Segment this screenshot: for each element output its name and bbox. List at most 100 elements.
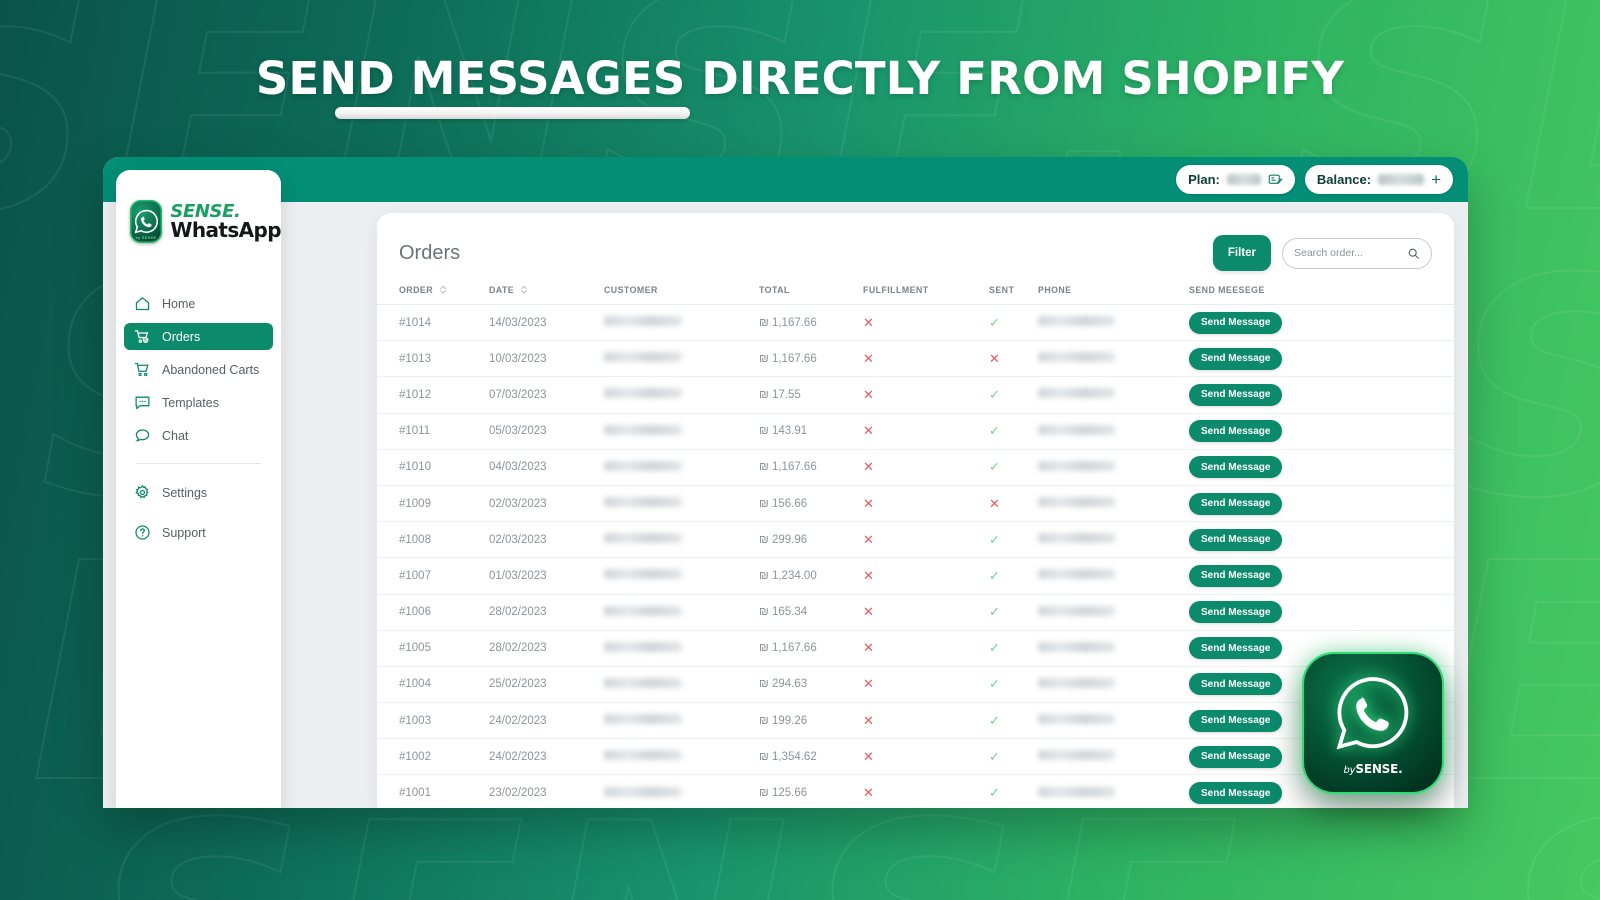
cell-phone bbox=[1038, 738, 1189, 776]
page-title: Orders bbox=[399, 241, 461, 264]
cell-date: 01/03/2023 bbox=[489, 557, 604, 595]
phone-number-redacted bbox=[1038, 533, 1115, 544]
search-box[interactable] bbox=[1282, 237, 1432, 269]
column-header-send-message: SEND MEESEGE bbox=[1189, 275, 1454, 305]
send-message-button[interactable]: Send Message bbox=[1189, 601, 1283, 624]
send-message-button[interactable]: Send Message bbox=[1189, 782, 1283, 805]
table-row: #1001 23/02/2023 ₪ 125.66 ✕ ✓ Send Message bbox=[377, 774, 1454, 808]
table-row: #1010 04/03/2023 ₪ 1,167.66 ✕ ✓ Send Message bbox=[377, 449, 1454, 486]
send-message-button[interactable]: Send Message bbox=[1189, 745, 1283, 768]
column-header-sent: SENT bbox=[989, 275, 1038, 305]
cell-order: #1014 bbox=[377, 304, 489, 342]
table-row: #1003 24/02/2023 ₪ 199.26 ✕ ✓ Send Message bbox=[377, 702, 1454, 740]
cell-customer bbox=[604, 738, 759, 776]
table-row: #1011 05/03/2023 ₪ 143.91 ✕ ✓ Send Message bbox=[377, 413, 1454, 450]
floating-whatsapp-badge[interactable]: bySENSE. bbox=[1304, 654, 1442, 792]
send-message-button[interactable]: Send Message bbox=[1189, 492, 1283, 515]
sidebar-item-orders[interactable]: Orders bbox=[124, 323, 273, 350]
balance-pill[interactable]: Balance: + bbox=[1304, 165, 1453, 194]
cell-fulfillment: ✕ bbox=[863, 557, 989, 595]
cell-sent: ✓ bbox=[989, 594, 1038, 631]
sidebar-item-templates[interactable]: Templates bbox=[124, 389, 273, 416]
send-message-button[interactable]: Send Message bbox=[1189, 637, 1283, 660]
cell-customer bbox=[604, 449, 759, 486]
sort-arrows-icon[interactable] bbox=[520, 284, 528, 295]
check-icon: ✓ bbox=[989, 314, 1000, 330]
phone-number-redacted bbox=[1038, 388, 1115, 399]
cell-total: ₪ 17.55 bbox=[759, 376, 863, 414]
sort-arrows-icon[interactable] bbox=[439, 284, 447, 295]
search-icon[interactable] bbox=[1407, 247, 1420, 260]
cell-sent: ✓ bbox=[989, 738, 1038, 776]
sidebar-item-abandoned-carts[interactable]: Abandoned Carts bbox=[124, 356, 273, 383]
check-icon: ✓ bbox=[989, 640, 1000, 656]
customer-name-redacted bbox=[604, 677, 682, 688]
cell-fulfillment: ✕ bbox=[863, 630, 989, 667]
cell-phone bbox=[1038, 630, 1189, 667]
column-header-order[interactable]: ORDER bbox=[377, 275, 489, 305]
cell-order: #1001 bbox=[377, 774, 489, 808]
cell-phone bbox=[1038, 340, 1189, 378]
table-row: #1008 02/03/2023 ₪ 299.96 ✕ ✓ Send Message bbox=[377, 521, 1454, 559]
cross-icon: ✕ bbox=[863, 531, 874, 547]
cell-total: ₪ 143.91 bbox=[759, 413, 863, 450]
cell-phone bbox=[1038, 304, 1189, 342]
cell-order: #1004 bbox=[377, 666, 489, 704]
send-message-button[interactable]: Send Message bbox=[1189, 383, 1283, 406]
sidebar-item-label: Abandoned Carts bbox=[162, 362, 260, 377]
send-message-button[interactable]: Send Message bbox=[1189, 528, 1283, 551]
cell-send-message: Send Message bbox=[1189, 413, 1454, 450]
sidebar-item-home[interactable]: Home bbox=[124, 290, 273, 317]
balance-label: Balance: bbox=[1316, 172, 1372, 187]
table-row: #1012 07/03/2023 ₪ 17.55 ✕ ✓ Send Message bbox=[377, 376, 1454, 414]
send-message-button[interactable]: Send Message bbox=[1189, 420, 1283, 443]
plan-pill[interactable]: Plan: bbox=[1176, 165, 1295, 194]
plus-icon[interactable]: + bbox=[1431, 171, 1441, 188]
check-icon: ✓ bbox=[989, 567, 1000, 583]
cross-icon: ✕ bbox=[863, 640, 874, 656]
search-input[interactable] bbox=[1294, 247, 1402, 259]
send-message-button[interactable]: Send Message bbox=[1189, 709, 1283, 732]
sidebar-nav: Home Orders Abandoned Carts Templates Ch… bbox=[116, 290, 281, 546]
send-message-button[interactable]: Send Message bbox=[1189, 456, 1283, 479]
cross-icon: ✕ bbox=[989, 495, 1000, 511]
column-header-date[interactable]: DATE bbox=[489, 275, 604, 305]
badge-caption-by: by bbox=[1343, 764, 1356, 776]
whatsapp-icon bbox=[1331, 671, 1415, 760]
cell-order: #1010 bbox=[377, 449, 489, 486]
cell-total: ₪ 125.66 bbox=[759, 774, 863, 808]
filter-button[interactable]: Filter bbox=[1212, 235, 1271, 271]
sidebar-item-settings[interactable]: Settings bbox=[124, 479, 273, 506]
cross-icon: ✕ bbox=[863, 567, 874, 583]
cell-date: 02/03/2023 bbox=[489, 521, 604, 559]
cell-phone bbox=[1038, 449, 1189, 486]
panel-header-tools: Filter bbox=[1212, 235, 1432, 271]
cell-total: ₪ 294.63 bbox=[759, 666, 863, 704]
cross-icon: ✕ bbox=[863, 748, 874, 764]
cell-sent: ✓ bbox=[989, 666, 1038, 704]
cell-phone bbox=[1038, 521, 1189, 559]
cell-total: ₪ 1,167.66 bbox=[759, 630, 863, 667]
send-message-button[interactable]: Send Message bbox=[1189, 673, 1283, 696]
cell-order: #1006 bbox=[377, 594, 489, 631]
hero-title: SEND MESSAGES DIRECTLY FROM SHOPIFY bbox=[255, 52, 1345, 105]
table-row: #1009 02/03/2023 ₪ 156.66 ✕ ✕ Send Message bbox=[377, 485, 1454, 523]
phone-number-redacted bbox=[1038, 641, 1115, 652]
cell-sent: ✓ bbox=[989, 702, 1038, 740]
send-message-button[interactable]: Send Message bbox=[1189, 347, 1283, 370]
send-message-button[interactable]: Send Message bbox=[1189, 311, 1283, 334]
send-message-button[interactable]: Send Message bbox=[1189, 564, 1283, 587]
cell-date: 28/02/2023 bbox=[489, 630, 604, 667]
cell-date: 05/03/2023 bbox=[489, 413, 604, 450]
sidebar-item-chat[interactable]: Chat bbox=[124, 422, 273, 449]
sidebar-item-support[interactable]: Support bbox=[124, 519, 273, 546]
card-edit-icon[interactable] bbox=[1268, 172, 1283, 187]
cross-icon: ✕ bbox=[863, 785, 874, 801]
cell-customer bbox=[604, 340, 759, 378]
cell-total: ₪ 1,234.00 bbox=[759, 557, 863, 595]
cell-customer bbox=[604, 774, 759, 808]
cell-order: #1007 bbox=[377, 557, 489, 595]
check-icon: ✓ bbox=[989, 459, 1000, 475]
cell-order: #1012 bbox=[377, 376, 489, 414]
customer-name-redacted bbox=[604, 750, 682, 761]
